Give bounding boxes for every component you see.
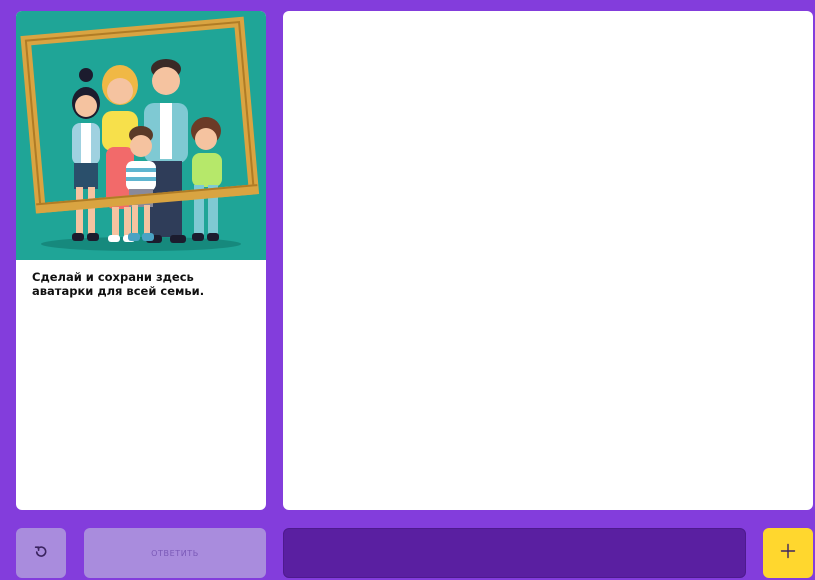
app-root: Сделай и сохрани здесь аватарки для всей… xyxy=(0,0,815,580)
family-illustration xyxy=(16,11,266,260)
task-instruction: Сделай и сохрани здесь аватарки для всей… xyxy=(32,270,205,298)
plus-icon xyxy=(780,543,796,564)
undo-icon xyxy=(34,544,48,563)
work-area[interactable] xyxy=(283,11,813,510)
answer-field[interactable] xyxy=(283,528,746,578)
task-card: Сделай и сохрани здесь аватарки для всей… xyxy=(16,11,266,510)
add-button[interactable] xyxy=(763,528,813,578)
answer-button[interactable]: ОТВЕТИТЬ xyxy=(84,528,266,578)
answer-button-label: ОТВЕТИТЬ xyxy=(151,548,199,558)
reset-button[interactable] xyxy=(16,528,66,578)
